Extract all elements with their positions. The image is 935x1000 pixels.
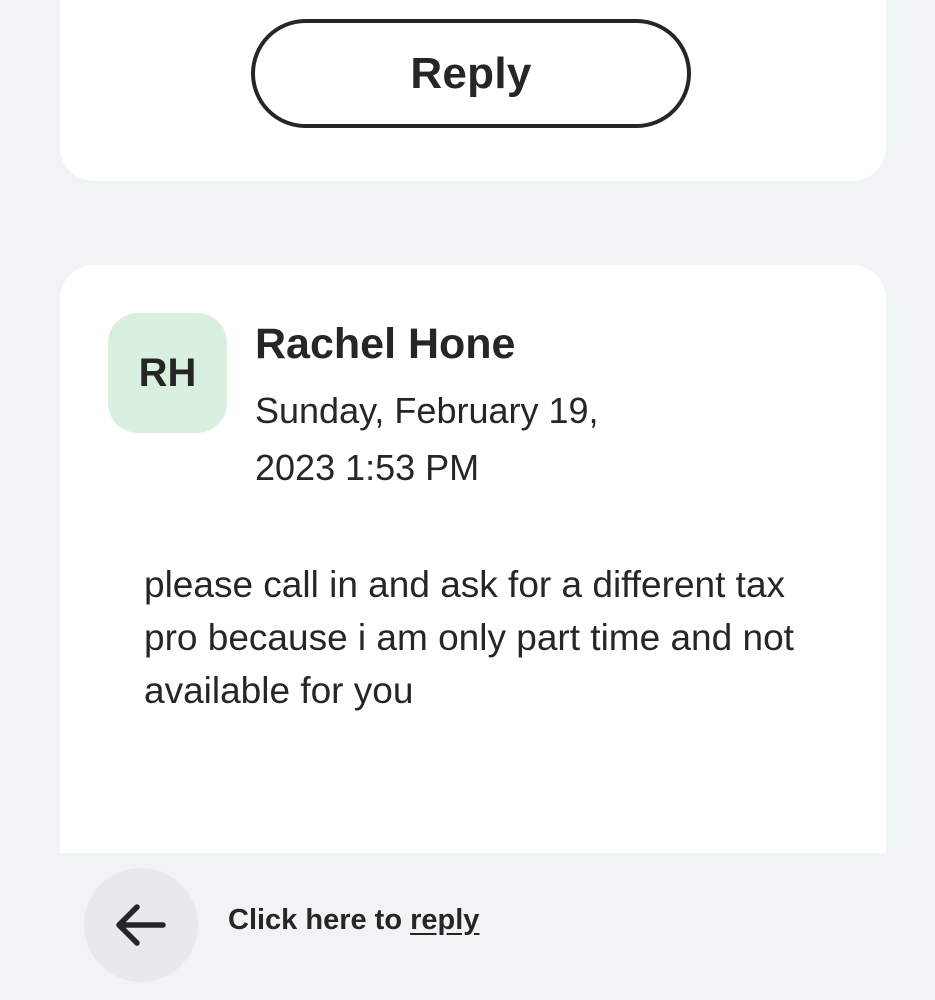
avatar: RH [108, 313, 227, 433]
message-body: please call in and ask for a different t… [144, 564, 794, 711]
reply-prompt-text: Click here to [228, 904, 411, 936]
reply-link[interactable]: reply [410, 904, 479, 936]
message-timestamp: Sunday, February 19, 2023 1:53 PM [255, 390, 599, 488]
reply-prompt: Click here to reply [228, 904, 479, 937]
arrow-left-icon [116, 904, 166, 946]
back-button[interactable] [84, 868, 198, 982]
reply-button[interactable]: Reply [251, 19, 691, 128]
sender-name: Rachel Hone [255, 320, 516, 368]
